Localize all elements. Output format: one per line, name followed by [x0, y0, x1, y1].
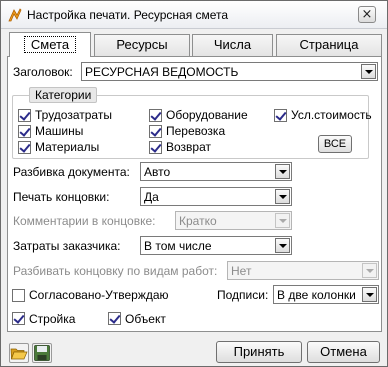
category-labor-checkbox[interactable]: [18, 109, 31, 122]
comments-select[interactable]: Кратко: [175, 211, 292, 230]
category-services-label: Усл.стоимость: [291, 108, 372, 122]
tab-numbers-label: Числа: [213, 37, 252, 52]
print-settings-dialog: Настройка печати. Ресурсная смета × Смет…: [0, 0, 388, 367]
close-icon: ×: [361, 7, 373, 22]
category-equipment-checkbox[interactable]: [149, 109, 162, 122]
chevron-down-icon[interactable]: [361, 64, 376, 79]
header-select[interactable]: РЕСУРСНАЯ ВЕДОМОСТЬ: [81, 62, 378, 81]
split-select[interactable]: Авто: [140, 162, 292, 181]
category-transport-label: Перевозка: [166, 124, 226, 138]
signatures-value: В две колонки: [277, 288, 356, 302]
split-label: Разбивка документа:: [13, 165, 130, 179]
chevron-down-icon[interactable]: [275, 164, 290, 179]
customer-costs-select[interactable]: В том числе: [140, 236, 292, 255]
tab-page-label: Страница: [299, 37, 359, 52]
customer-costs-label: Затраты заказчика:: [13, 239, 121, 253]
category-transport-checkbox[interactable]: [149, 125, 162, 138]
split-ending-label: Разбивать концовку по видам работ:: [13, 264, 218, 278]
approval-checkbox[interactable]: [12, 289, 25, 302]
select-all-button[interactable]: ВСЕ: [318, 135, 352, 153]
open-button[interactable]: [9, 343, 29, 363]
window-title: Настройка печати. Ресурсная смета: [27, 8, 229, 22]
split-ending-value: Нет: [231, 264, 252, 278]
category-materials-checkbox[interactable]: [18, 141, 31, 154]
customer-costs-value: В том числе: [144, 239, 212, 253]
tab-smeta-label: Смета: [23, 36, 77, 53]
print-ending-label: Печать концовки:: [13, 190, 110, 204]
header-value: РЕСУРСНАЯ ВЕДОМОСТЬ: [85, 65, 239, 79]
save-button[interactable]: [32, 343, 52, 363]
category-materials-label: Материалы: [35, 140, 100, 154]
object-label: Объект: [125, 312, 166, 326]
chevron-down-icon[interactable]: [362, 263, 377, 278]
close-button[interactable]: ×: [358, 6, 376, 23]
folder-open-icon: [10, 348, 28, 360]
tab-resources[interactable]: Ресурсы: [94, 34, 190, 56]
print-ending-select[interactable]: Да: [140, 187, 292, 206]
comments-label: Комментарии в концовке:: [13, 214, 156, 228]
category-machines-label: Машины: [35, 124, 84, 138]
chevron-down-icon[interactable]: [275, 238, 290, 253]
construction-checkbox[interactable]: [12, 312, 25, 325]
chevron-down-icon[interactable]: [275, 189, 290, 204]
tab-resources-label: Ресурсы: [116, 37, 168, 52]
signatures-select[interactable]: В две колонки: [273, 285, 379, 304]
tab-page[interactable]: Страница: [276, 34, 382, 56]
categories-caption: Категории: [29, 87, 98, 103]
category-return-checkbox[interactable]: [149, 141, 162, 154]
category-labor-label: Трудозатраты: [35, 108, 112, 122]
cancel-button[interactable]: Отмена: [307, 341, 380, 363]
signatures-label: Подписи:: [217, 288, 269, 302]
header-label: Заголовок:: [13, 65, 73, 79]
chevron-down-icon[interactable]: [275, 213, 290, 228]
construction-label: Стройка: [29, 312, 76, 326]
approval-label: Согласовано-Утверждаю: [29, 288, 169, 302]
category-services-checkbox[interactable]: [274, 109, 287, 122]
category-machines-checkbox[interactable]: [18, 125, 31, 138]
print-ending-value: Да: [144, 190, 159, 204]
chevron-down-icon[interactable]: [362, 287, 377, 302]
tab-numbers[interactable]: Числа: [192, 34, 273, 56]
accept-button[interactable]: Принять: [216, 341, 302, 363]
app-icon: [8, 8, 22, 22]
split-value: Авто: [144, 165, 171, 179]
floppy-disk-icon: [34, 345, 50, 361]
tab-smeta[interactable]: Смета: [9, 32, 91, 57]
category-equipment-label: Оборудование: [166, 108, 248, 122]
category-return-label: Возврат: [166, 140, 211, 154]
object-checkbox[interactable]: [108, 312, 121, 325]
split-ending-select[interactable]: Нет: [227, 261, 379, 280]
comments-value: Кратко: [179, 214, 217, 228]
title-bar[interactable]: Настройка печати. Ресурсная смета ×: [1, 1, 387, 29]
